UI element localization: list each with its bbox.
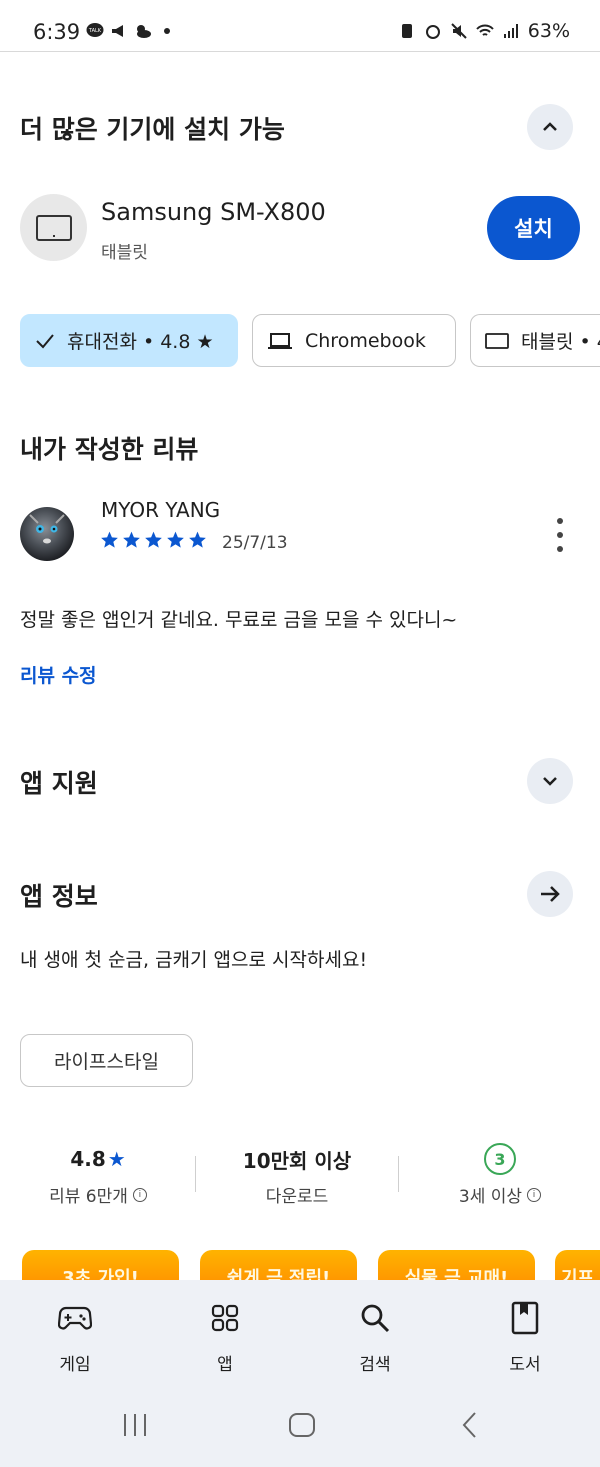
install-button[interactable]: 설치 [487,196,580,260]
device-name: Samsung SM-X800 [101,198,326,226]
nav-item-search[interactable]: 검색 [325,1300,425,1375]
chevron-up-icon [543,122,557,131]
weather-icon [137,25,151,38]
star-icon [123,531,140,548]
search-icon [361,1304,390,1333]
collapse-devices-button[interactable] [527,104,573,150]
check-icon [36,333,54,348]
nav-label: 검색 [359,1355,391,1375]
edit-review-link[interactable]: 리뷰 수정 [20,661,97,688]
laptop-icon [268,332,292,349]
downloads-label: 다운로드 [265,1187,329,1207]
status-bar: 6:39 TALK 63% [0,0,600,52]
talk-icon: TALK [86,23,104,37]
category-chip[interactable]: 라이프스타일 [20,1034,193,1087]
info-icon[interactable]: i [132,1187,147,1202]
nav-item-games[interactable]: 게임 [25,1300,125,1375]
recent-apps-icon[interactable] [120,1410,150,1440]
age-stat: 3 3세 이상 i [440,1143,560,1207]
rating-stat: 4.8 ★ 리뷰 6만개 i [38,1144,158,1207]
avatar [20,507,74,561]
star-icon [167,531,184,548]
star-icon [145,531,162,548]
nav-label: 앱 [217,1355,233,1375]
dot-icon [557,532,563,538]
chip-label: Chromebook [305,329,426,352]
rating-label: 리뷰 6만개 [49,1187,128,1207]
arrow-right-icon [541,886,560,902]
downloads-stat: 10만회 이상 다운로드 [222,1144,372,1208]
battery-level: 63% [527,20,570,42]
rating-star-icon: ★ [107,1147,126,1171]
age-rating-badge: 3 [484,1143,516,1175]
expand-app-support-button[interactable] [527,758,573,804]
chip-tablet[interactable]: 태블릿 • 4 [470,314,600,367]
info-icon[interactable]: i [527,1187,542,1202]
rating-value: 4.8 [70,1147,106,1171]
review-more-menu-button[interactable] [545,518,575,552]
review-date: 25/7/13 [222,533,288,553]
bottom-navigation: 게임 앱 검색 도서 [0,1280,600,1467]
review-author: MYOR YANG [101,498,221,522]
review-rating-stars [99,530,208,550]
nav-label: 게임 [59,1355,91,1375]
app-info-title: 앱 정보 [20,882,98,911]
app-info-arrow-button[interactable] [527,871,573,917]
home-icon[interactable] [287,1410,317,1440]
chip-phone[interactable]: 휴대전화 • 4.8 ★ [20,314,238,367]
alarm-icon [425,25,440,39]
nav-label: 도서 [509,1355,541,1375]
signal-icon [503,24,518,38]
chip-chromebook[interactable]: Chromebook [252,314,456,367]
stat-divider [398,1156,399,1192]
apps-grid-icon [211,1304,239,1332]
chip-label: 휴대전화 • 4.8 ★ [67,331,214,353]
battery-saver-icon [401,24,412,38]
star-icon [189,531,206,548]
svg-text:TALK: TALK [88,28,102,34]
star-icon [101,531,118,548]
system-icons: 63% [398,20,570,42]
notification-icons: TALK [86,22,176,40]
my-review-title: 내가 작성한 리뷰 [20,435,199,464]
nav-item-apps[interactable]: 앱 [175,1300,275,1375]
gamepad-icon [58,1306,92,1330]
dot-icon [557,546,563,552]
stat-divider [195,1156,196,1192]
device-avatar [20,194,87,261]
dot-icon [164,28,170,34]
review-text: 정말 좋은 앱인거 같네요. 무료로 금을 모을 수 있다니~ [20,609,458,631]
downloads-value: 10만회 이상 [242,1148,352,1173]
chevron-down-icon [543,777,557,786]
nav-item-books[interactable]: 도서 [475,1300,575,1375]
tablet-icon [485,332,509,349]
device-type: 태블릿 [101,243,148,263]
age-label: 3세 이상 [458,1187,523,1207]
tablet-icon [35,214,72,241]
back-icon[interactable] [458,1410,484,1440]
app-description: 내 생애 첫 순금, 금캐기 앱으로 시작하세요! [20,949,368,971]
dot-icon [557,518,563,524]
mute-icon [451,23,467,39]
app-support-title: 앱 지원 [20,769,98,798]
wifi-icon [476,24,494,36]
chip-label: 태블릿 • 4 [521,331,600,353]
megaphone-icon [112,25,123,37]
status-time: 6:39 [33,20,81,44]
cat-avatar-image [29,514,65,544]
devices-section-title: 더 많은 기기에 설치 가능 [20,115,285,144]
book-icon [511,1301,539,1335]
